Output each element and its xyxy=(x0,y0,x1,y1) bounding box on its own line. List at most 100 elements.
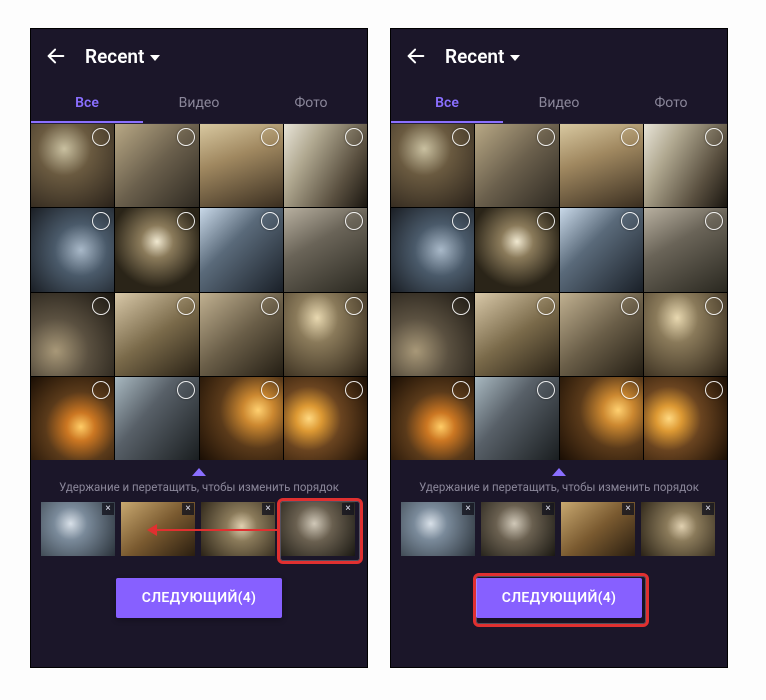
next-button[interactable]: СЛЕДУЮЩИЙ(4) xyxy=(116,578,283,618)
media-thumb[interactable] xyxy=(200,208,283,291)
select-ring-icon xyxy=(261,128,279,146)
app-header: Recent xyxy=(31,29,367,83)
media-thumb[interactable] xyxy=(560,124,643,207)
media-thumb[interactable] xyxy=(115,208,198,291)
media-thumb[interactable] xyxy=(560,377,643,460)
media-thumb[interactable] xyxy=(284,208,367,291)
select-ring-icon xyxy=(92,381,110,399)
close-icon[interactable]: × xyxy=(342,503,354,515)
tray-handle-icon[interactable] xyxy=(192,468,206,476)
tray-handle-icon[interactable] xyxy=(552,468,566,476)
chevron-down-icon xyxy=(510,55,520,61)
select-ring-icon xyxy=(177,297,195,315)
select-ring-icon xyxy=(177,128,195,146)
select-ring-icon xyxy=(177,212,195,230)
select-ring-icon xyxy=(621,128,639,146)
media-tabs: Все Видео Фото xyxy=(31,83,367,124)
phone-right: Recent Все Видео Фото xyxy=(390,28,728,668)
chevron-down-icon xyxy=(150,55,160,61)
close-icon[interactable]: × xyxy=(462,503,474,515)
select-ring-icon xyxy=(537,212,555,230)
reorder-hint: Удержание и перетащить, чтобы изменить п… xyxy=(31,480,367,502)
selected-thumb[interactable]: × xyxy=(281,502,355,556)
reorder-hint: Удержание и перетащить, чтобы изменить п… xyxy=(391,480,727,502)
media-thumb[interactable] xyxy=(391,208,474,291)
select-ring-icon xyxy=(705,381,723,399)
select-ring-icon xyxy=(345,381,363,399)
tab-photo[interactable]: Фото xyxy=(615,83,727,123)
select-ring-icon xyxy=(92,297,110,315)
media-thumb[interactable] xyxy=(644,124,727,207)
media-thumb[interactable] xyxy=(644,208,727,291)
select-ring-icon xyxy=(177,381,195,399)
select-ring-icon xyxy=(621,297,639,315)
select-ring-icon xyxy=(452,297,470,315)
selected-thumb[interactable]: × xyxy=(641,502,715,556)
back-icon[interactable] xyxy=(45,45,67,67)
selection-tray: Удержание и перетащить, чтобы изменить п… xyxy=(31,460,367,618)
selected-thumb[interactable]: × xyxy=(481,502,555,556)
close-icon[interactable]: × xyxy=(102,503,114,515)
media-thumb[interactable] xyxy=(115,124,198,207)
media-thumb[interactable] xyxy=(644,293,727,376)
media-thumb[interactable] xyxy=(115,377,198,460)
select-ring-icon xyxy=(452,381,470,399)
select-ring-icon xyxy=(261,381,279,399)
album-title: Recent xyxy=(445,45,504,68)
select-ring-icon xyxy=(345,128,363,146)
select-ring-icon xyxy=(705,297,723,315)
media-thumb[interactable] xyxy=(475,293,558,376)
selected-thumb[interactable]: × xyxy=(41,502,115,556)
selected-thumb[interactable]: × xyxy=(401,502,475,556)
selection-tray: Удержание и перетащить, чтобы изменить п… xyxy=(391,460,727,618)
close-icon[interactable]: × xyxy=(262,503,274,515)
media-thumb[interactable] xyxy=(475,124,558,207)
media-tabs: Все Видео Фото xyxy=(391,83,727,124)
media-thumb[interactable] xyxy=(644,377,727,460)
tab-photo[interactable]: Фото xyxy=(255,83,367,123)
close-icon[interactable]: × xyxy=(182,503,194,515)
album-selector[interactable]: Recent xyxy=(85,45,160,68)
media-thumb[interactable] xyxy=(200,124,283,207)
media-thumb[interactable] xyxy=(115,293,198,376)
media-grid xyxy=(391,124,727,460)
select-ring-icon xyxy=(537,381,555,399)
back-icon[interactable] xyxy=(405,45,427,67)
media-thumb[interactable] xyxy=(284,293,367,376)
tab-video[interactable]: Видео xyxy=(503,83,615,123)
selection-row: × × × × xyxy=(391,502,727,556)
drag-arrow-icon xyxy=(155,529,277,531)
select-ring-icon xyxy=(537,297,555,315)
media-thumb[interactable] xyxy=(31,293,114,376)
phone-left: Recent Все Видео Фото xyxy=(30,28,368,668)
select-ring-icon xyxy=(345,297,363,315)
media-thumb[interactable] xyxy=(31,208,114,291)
media-thumb[interactable] xyxy=(391,293,474,376)
media-thumb[interactable] xyxy=(31,124,114,207)
media-thumb[interactable] xyxy=(200,293,283,376)
media-thumb[interactable] xyxy=(560,208,643,291)
media-thumb[interactable] xyxy=(391,377,474,460)
tab-all[interactable]: Все xyxy=(31,83,143,123)
select-ring-icon xyxy=(261,212,279,230)
close-icon[interactable]: × xyxy=(542,503,554,515)
album-selector[interactable]: Recent xyxy=(445,45,520,68)
media-thumb[interactable] xyxy=(475,208,558,291)
album-title: Recent xyxy=(85,45,144,68)
media-thumb[interactable] xyxy=(284,377,367,460)
close-icon[interactable]: × xyxy=(702,503,714,515)
media-thumb[interactable] xyxy=(200,377,283,460)
media-thumb[interactable] xyxy=(391,124,474,207)
selected-thumb[interactable]: × xyxy=(561,502,635,556)
media-thumb[interactable] xyxy=(475,377,558,460)
next-button[interactable]: СЛЕДУЮЩИЙ(4) xyxy=(476,578,643,618)
media-thumb[interactable] xyxy=(284,124,367,207)
tab-all[interactable]: Все xyxy=(391,83,503,123)
tab-video[interactable]: Видео xyxy=(143,83,255,123)
media-grid xyxy=(31,124,367,460)
close-icon[interactable]: × xyxy=(622,503,634,515)
media-thumb[interactable] xyxy=(560,293,643,376)
select-ring-icon xyxy=(261,297,279,315)
app-header: Recent xyxy=(391,29,727,83)
media-thumb[interactable] xyxy=(31,377,114,460)
